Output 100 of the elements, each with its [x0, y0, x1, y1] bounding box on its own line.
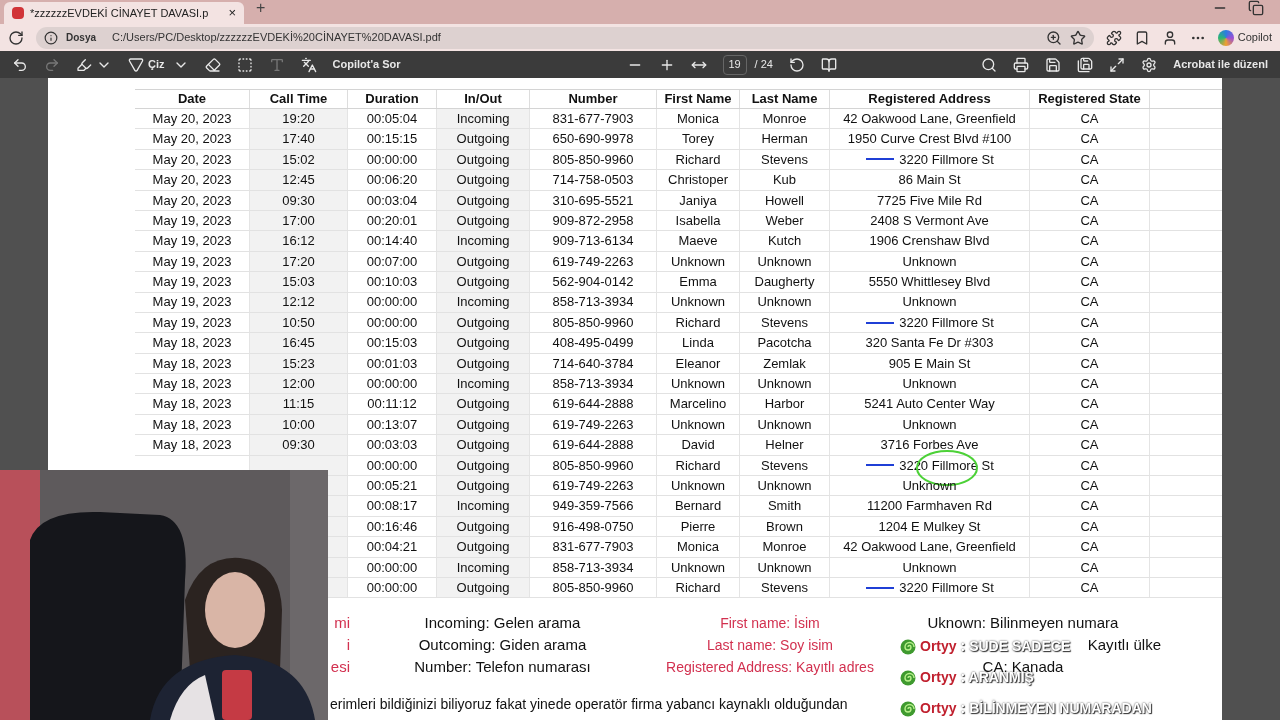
highlight-icon[interactable]	[76, 56, 92, 73]
table-cell-text: May 18, 2023	[152, 334, 232, 353]
page-field[interactable]: 19	[722, 54, 747, 75]
table-cell: Outgoing	[437, 129, 530, 149]
rotate-icon[interactable]	[788, 56, 805, 73]
table-cell-text: Unknown	[670, 558, 726, 577]
zoom-icon[interactable]	[1045, 29, 1062, 46]
table-cell-text: Christoper	[668, 171, 728, 190]
table-cell-text: Stevens	[761, 150, 808, 169]
table-cell-text: 858-713-3934	[552, 375, 634, 394]
copilot-button[interactable]: Copilot	[1217, 29, 1272, 46]
table-cell-text: May 19, 2023	[152, 313, 232, 332]
save-icon[interactable]	[1045, 56, 1062, 73]
translate-icon[interactable]	[300, 56, 317, 73]
table-cell: Outgoing	[437, 149, 530, 170]
table-cell-text: 2408 S Vermont Ave	[870, 211, 989, 230]
legend-text: esi	[330, 657, 350, 678]
spiral-icon	[900, 669, 916, 686]
table-cell-text: Monica	[677, 538, 719, 557]
undo-icon[interactable]	[12, 56, 28, 73]
table-cell-text: CA	[1080, 538, 1099, 557]
table-cell-text: Richard	[675, 313, 721, 332]
table-cell: Outgoing	[437, 394, 530, 414]
table-cell: 15:02	[250, 149, 348, 170]
save-as-icon[interactable]	[1077, 56, 1094, 73]
table-cell-text: 00:16:46	[366, 517, 418, 536]
text-box-icon[interactable]	[236, 56, 253, 73]
url-text: C:/Users/PC/Desktop/zzzzzzEVDEKİ%20CİNAYET%20DAVASI.pdf	[112, 30, 441, 46]
table-cell-text: CA	[1080, 334, 1099, 353]
browser-tab[interactable]: *zzzzzzEVDEKİ CİNAYET DAVASI.p ×	[4, 2, 244, 24]
table-cell-text: May 19, 2023	[152, 293, 232, 312]
table-cell: Outgoing	[437, 455, 530, 476]
column-header: In/Out	[437, 90, 530, 108]
table-cell: 09:30	[250, 435, 348, 455]
table-cell-text: May 18, 2023	[152, 354, 232, 373]
table-cell-text: 831-677-7903	[552, 538, 634, 557]
table-cell-text: 86 Main St	[898, 171, 961, 190]
table-cell-text: Unknown	[902, 375, 957, 394]
table-cell-text: 3220 Fillmore St	[899, 578, 994, 597]
restore-icon[interactable]	[1248, 0, 1264, 16]
table-cell-text: 3220 Fillmore St	[899, 150, 994, 169]
new-tab-button[interactable]: +	[256, 0, 266, 20]
fullscreen-icon[interactable]	[1109, 56, 1126, 73]
table-cell-text: CA	[1080, 497, 1099, 516]
legend-text: mi	[334, 613, 350, 634]
table-cell: Outgoing	[437, 312, 530, 333]
table-cell-text: Bernard	[674, 497, 722, 516]
table-cell-text: Richard	[675, 578, 721, 597]
table-cell-text: Unknown	[902, 293, 957, 312]
copilot-icon	[1217, 29, 1234, 46]
edit-in-acrobat-button[interactable]: Acrobat ile düzenl	[1173, 56, 1268, 73]
table-cell: Incoming	[437, 374, 530, 394]
search-icon[interactable]	[981, 56, 998, 73]
table-cell-text: CA	[1080, 232, 1099, 251]
close-button[interactable]: ×	[228, 3, 236, 23]
extensions-icon[interactable]	[1105, 29, 1122, 46]
table-cell-text: 805-850-9960	[552, 456, 634, 475]
chat-message: : SUDE SADECE	[960, 637, 1071, 656]
table-cell-text: 00:06:20	[366, 171, 418, 190]
table-cell-text: 00:14:40	[366, 232, 418, 251]
draw-button[interactable]: Çiz	[128, 56, 165, 73]
font-icon[interactable]	[268, 56, 285, 73]
table-cell-text: CA	[1080, 313, 1099, 332]
table-cell: 09:30	[250, 190, 348, 210]
table-cell-text: 00:01:03	[366, 354, 418, 373]
eraser-icon[interactable]	[204, 56, 221, 73]
print-icon[interactable]	[1013, 56, 1030, 73]
table-cell-text: 619-644-2888	[552, 436, 634, 455]
table-cell-text: Howell	[765, 191, 804, 210]
favorite-icon[interactable]	[1069, 29, 1086, 46]
scheme-label: Dosya	[66, 31, 96, 45]
table-cell-text: Kutch	[767, 232, 802, 251]
table-cell: Outgoing	[437, 516, 530, 537]
table-cell-text: 619-749-2263	[552, 252, 634, 271]
table-cell-text: CA	[1080, 477, 1099, 495]
table-cell-text: 5550 Whittlesey Blvd	[868, 273, 991, 292]
ask-copilot-button[interactable]: Copilot'a Sor	[332, 56, 401, 73]
table-cell-text: CA	[1080, 109, 1099, 128]
legend-text: Last name: Soy isim	[706, 636, 834, 656]
table-cell-text: Isabella	[675, 211, 721, 230]
table-cell: Outgoing	[437, 170, 530, 190]
table-cell: Outgoing	[437, 578, 530, 598]
pdf-icon	[12, 7, 24, 19]
table-cell-text: 00:00:00	[366, 578, 418, 597]
address-field[interactable]: Dosya C:/Users/PC/Desktop/zzzzzzEVDEKİ%20CİNAYET%20DAVASI.pdf	[36, 26, 1094, 49]
page-view-icon[interactable]	[820, 56, 837, 73]
redo-icon[interactable]	[44, 56, 60, 73]
table-cell: 16:45	[250, 333, 348, 353]
table-cell: 12:45	[250, 170, 348, 190]
legend-text: i	[346, 635, 350, 656]
table-cell-text: 00:15:15	[366, 130, 418, 149]
legend-text: Kayıtlı ülke	[1087, 635, 1161, 656]
table-cell-text: Unknown	[757, 558, 812, 577]
table-cell: Incoming	[437, 496, 530, 516]
settings-icon[interactable]	[1141, 56, 1158, 73]
table-cell: Outgoing	[437, 272, 530, 292]
reload-icon[interactable]	[8, 29, 24, 46]
table-cell-text: 42 Oakwood Lane, Greenfield	[843, 538, 1016, 557]
table-cell: Incoming	[437, 231, 530, 251]
legend-text: First name: İsim	[720, 614, 820, 634]
